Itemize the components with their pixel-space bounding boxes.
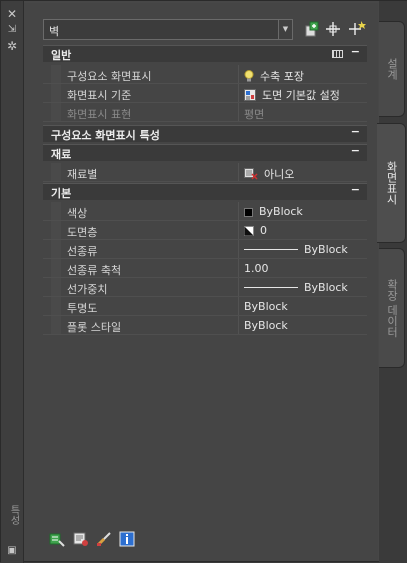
- chevron-down-icon[interactable]: ▼: [278, 20, 292, 39]
- property-row-lineweight[interactable]: 선가중치 ByBlock: [43, 278, 367, 297]
- property-value[interactable]: ByBlock: [244, 281, 348, 294]
- grid-options-icon[interactable]: [332, 50, 343, 58]
- section-basic[interactable]: 기본 −: [43, 183, 367, 200]
- display-config-icon: [244, 89, 256, 101]
- property-label: 재료별: [67, 168, 98, 181]
- property-value[interactable]: 0: [244, 224, 267, 237]
- linetype-sample: [244, 249, 298, 250]
- property-value[interactable]: ByBlock: [244, 319, 288, 332]
- lightbulb-icon: [244, 70, 254, 82]
- property-value[interactable]: 아니오: [244, 166, 294, 182]
- close-icon[interactable]: ✕: [5, 7, 19, 21]
- property-value[interactable]: 1.00: [244, 262, 269, 275]
- property-label: 선가중치: [67, 283, 108, 296]
- palette-tabs: 설계 화면표시 확장 데이터: [377, 1, 407, 563]
- property-row-plot-style[interactable]: 플롯 스타일 ByBlock: [43, 316, 367, 335]
- property-row-display-representation: 화면표시 표현 평면: [43, 103, 367, 122]
- property-value[interactable]: ByBlock: [244, 243, 348, 256]
- pin-icon[interactable]: ⇲: [5, 23, 19, 37]
- palette-title: 특성: [8, 505, 19, 525]
- property-row-display-by[interactable]: 화면표시 기준 도면 기본값 설정: [43, 84, 367, 103]
- lineweight-sample: [244, 287, 298, 288]
- object-viewer-icon[interactable]: [73, 531, 89, 547]
- properties-panel: 벽 ▼ 일반 − 구성요소 화면표시 수축 포장 화면표시 기준 도면 기본값 …: [24, 3, 378, 561]
- edit-object-icon[interactable]: [49, 531, 65, 547]
- property-row-layer[interactable]: 도면층 0: [43, 221, 367, 240]
- tab-design[interactable]: 설계: [379, 21, 405, 117]
- properties-palette: ✕ ⇲ ✲ 특성 ▣ 벽 ▼ 일반 − 구성요소 화면표시 수축 포장 화면표시…: [0, 0, 407, 563]
- property-row-color[interactable]: 색상 ByBlock: [43, 202, 367, 221]
- toggle-pickadd-icon[interactable]: [303, 20, 321, 38]
- property-label: 화면표시 표현: [67, 108, 132, 121]
- property-label: 화면표시 기준: [67, 89, 132, 102]
- object-type-select[interactable]: 벽 ▼: [43, 19, 293, 40]
- property-label: 선종류: [67, 245, 98, 258]
- property-label: 구성요소 화면표시: [67, 70, 152, 83]
- palette-titlebar[interactable]: ✕ ⇲ ✲ 특성 ▣: [1, 1, 24, 563]
- property-label: 도면층: [67, 226, 98, 239]
- collapse-general-toggle[interactable]: −: [351, 45, 360, 58]
- property-label: 플롯 스타일: [67, 321, 122, 334]
- section-component-display[interactable]: 구성요소 화면표시 특성 −: [43, 125, 367, 142]
- property-value[interactable]: 수축 포장: [244, 68, 304, 84]
- tab-display[interactable]: 화면표시: [377, 123, 406, 243]
- property-label: 선종류 축척: [67, 264, 122, 277]
- collapse-component-display-toggle[interactable]: −: [351, 125, 360, 138]
- layer-icon: [244, 226, 254, 236]
- tab-extended-data[interactable]: 확장 데이터: [379, 248, 405, 368]
- settings-icon[interactable]: ✲: [5, 39, 19, 53]
- quick-select-icon[interactable]: [348, 20, 366, 38]
- section-general[interactable]: 일반 −: [43, 45, 367, 62]
- property-value[interactable]: ByBlock: [244, 300, 288, 313]
- property-row-by-material[interactable]: 재료별 아니오: [43, 163, 367, 182]
- select-objects-icon[interactable]: [324, 20, 342, 38]
- section-component-display-title: 구성요소 화면표시 특성: [51, 129, 160, 142]
- info-icon[interactable]: [119, 531, 135, 547]
- section-material-title: 재료: [51, 148, 72, 161]
- match-properties-icon[interactable]: [96, 531, 112, 547]
- property-row-linetype[interactable]: 선종류 ByBlock: [43, 240, 367, 259]
- collapse-basic-toggle[interactable]: −: [351, 183, 360, 196]
- layout-icon[interactable]: ▣: [5, 544, 19, 558]
- property-row-linetype-scale[interactable]: 선종류 축척 1.00: [43, 259, 367, 278]
- color-swatch: [244, 208, 253, 217]
- material-icon: [244, 168, 258, 180]
- object-type-value: 벽: [49, 25, 60, 38]
- property-label: 투명도: [67, 302, 98, 315]
- property-value: 평면: [244, 108, 265, 121]
- property-row-transparency[interactable]: 투명도 ByBlock: [43, 297, 367, 316]
- collapse-material-toggle[interactable]: −: [351, 144, 360, 157]
- section-basic-title: 기본: [51, 187, 72, 200]
- property-row-component-display[interactable]: 구성요소 화면표시 수축 포장: [43, 65, 367, 84]
- property-label: 색상: [67, 207, 88, 220]
- section-material[interactable]: 재료 −: [43, 144, 367, 161]
- property-value[interactable]: ByBlock: [244, 205, 303, 218]
- section-general-title: 일반: [51, 49, 72, 62]
- property-value[interactable]: 도면 기본값 설정: [244, 87, 340, 103]
